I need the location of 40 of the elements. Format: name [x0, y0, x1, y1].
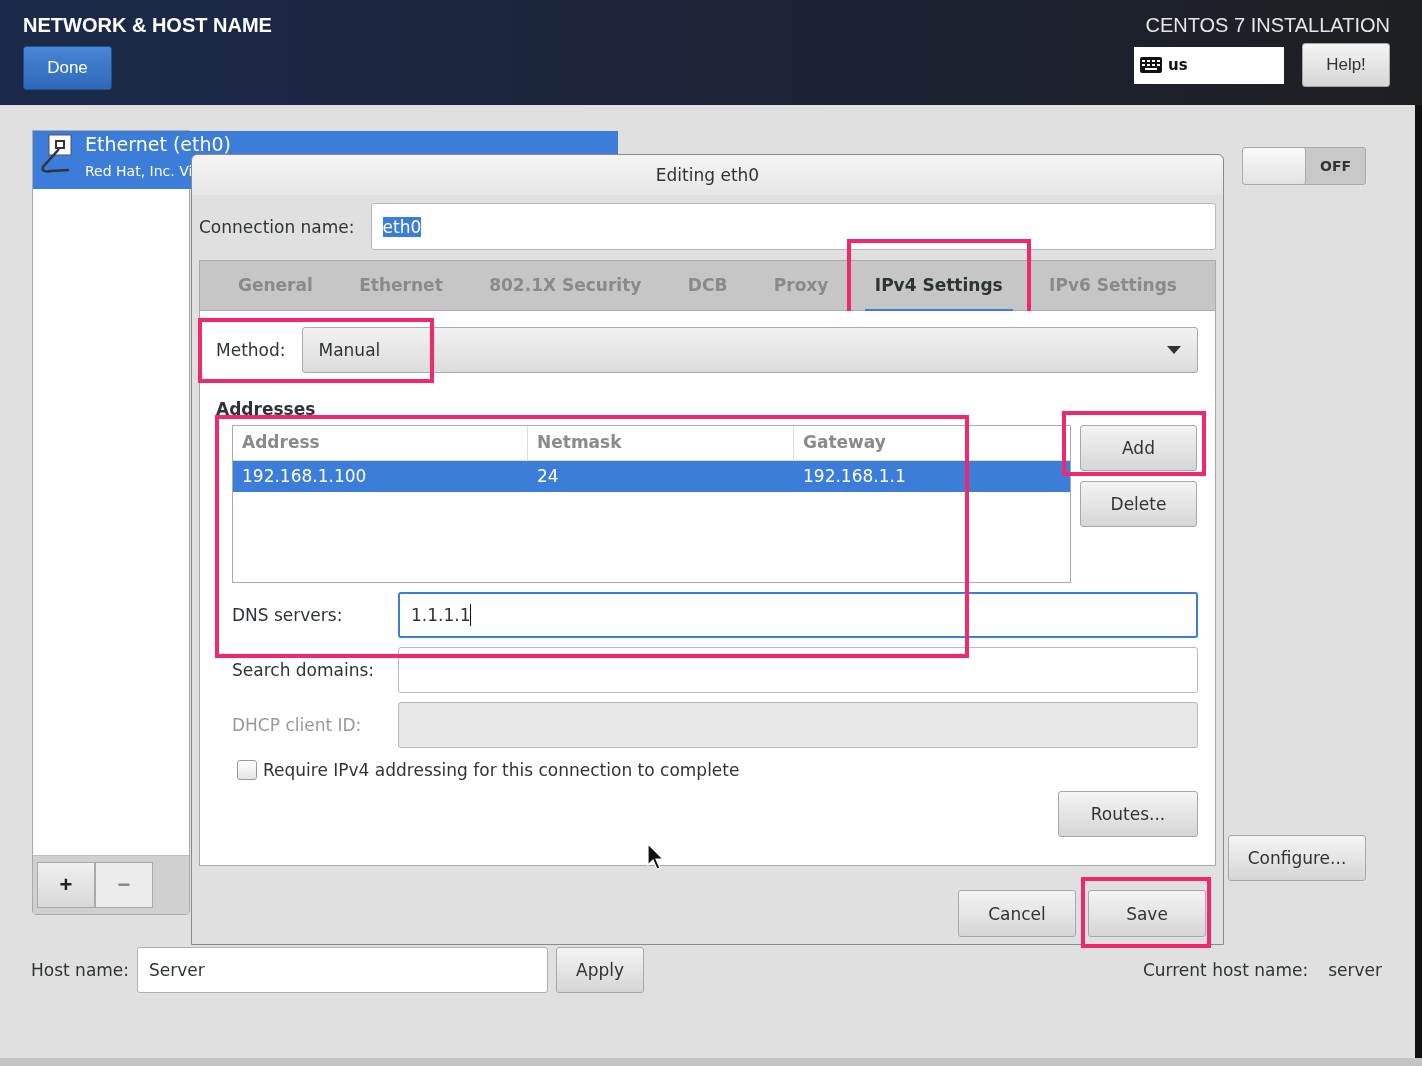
- method-dropdown[interactable]: Manual: [301, 327, 1198, 373]
- checkbox-label: Require IPv4 addressing for this connection to complete: [263, 760, 740, 780]
- field-label: DHCP client ID:: [232, 715, 363, 735]
- device-name: Ethernet (eth0): [85, 133, 231, 155]
- current-host-name-label: Current host name:: [1142, 960, 1309, 980]
- table-cell-text: 192.168.1.1: [802, 465, 907, 488]
- add-button[interactable]: Add: [1080, 425, 1197, 471]
- toggle-switch[interactable]: OFF: [1242, 147, 1366, 185]
- keyboard-layout-field[interactable]: us: [1134, 46, 1284, 84]
- host-name-field[interactable]: Server: [137, 947, 549, 993]
- dialog-title: Editing eth0: [192, 155, 1223, 195]
- configure-button[interactable]: Configure...: [1228, 835, 1366, 881]
- connection-name-label: Connection name:: [199, 216, 355, 237]
- delete-button[interactable]: Delete: [1080, 481, 1197, 527]
- help-button[interactable]: Help!: [1302, 43, 1390, 87]
- current-host-name: server: [1328, 960, 1382, 980]
- add-device-button[interactable]: +: [37, 862, 95, 908]
- input-field[interactable]: [398, 647, 1198, 693]
- table-cell-text: 24: [536, 465, 560, 488]
- done-button[interactable]: Done: [23, 46, 112, 90]
- table-row[interactable]: 192.168.1.100 24 192.168.1.1: [233, 461, 1070, 492]
- keyboard-icon: [1140, 57, 1162, 73]
- save-button[interactable]: Save: [1088, 890, 1206, 937]
- cancel-button[interactable]: Cancel: [958, 890, 1076, 937]
- method-label: Method:: [216, 340, 286, 360]
- addresses-heading: Addresses: [216, 399, 317, 419]
- product-title: CENTOS 7 INSTALLATION: [1145, 14, 1390, 37]
- host-name-label: Host name:: [31, 960, 130, 980]
- input-field[interactable]: 1.1.1.1: [398, 592, 1198, 638]
- checkbox[interactable]: [237, 760, 257, 780]
- routes-button[interactable]: Routes...: [1058, 791, 1198, 837]
- page-title: NETWORK & HOST NAME: [23, 14, 272, 37]
- field-label: Search domains:: [232, 660, 376, 680]
- ethernet-cable-icon: [39, 133, 73, 175]
- device-vendor: Red Hat, Inc. Vi: [85, 163, 194, 179]
- table-cell-text: 192.168.1.100: [241, 465, 368, 488]
- connection-name-field[interactable]: eth0: [370, 203, 1216, 250]
- apply-button[interactable]: Apply: [556, 947, 645, 993]
- field-label: DNS servers:: [232, 605, 344, 625]
- dropdown-arrow-icon: [1167, 346, 1181, 354]
